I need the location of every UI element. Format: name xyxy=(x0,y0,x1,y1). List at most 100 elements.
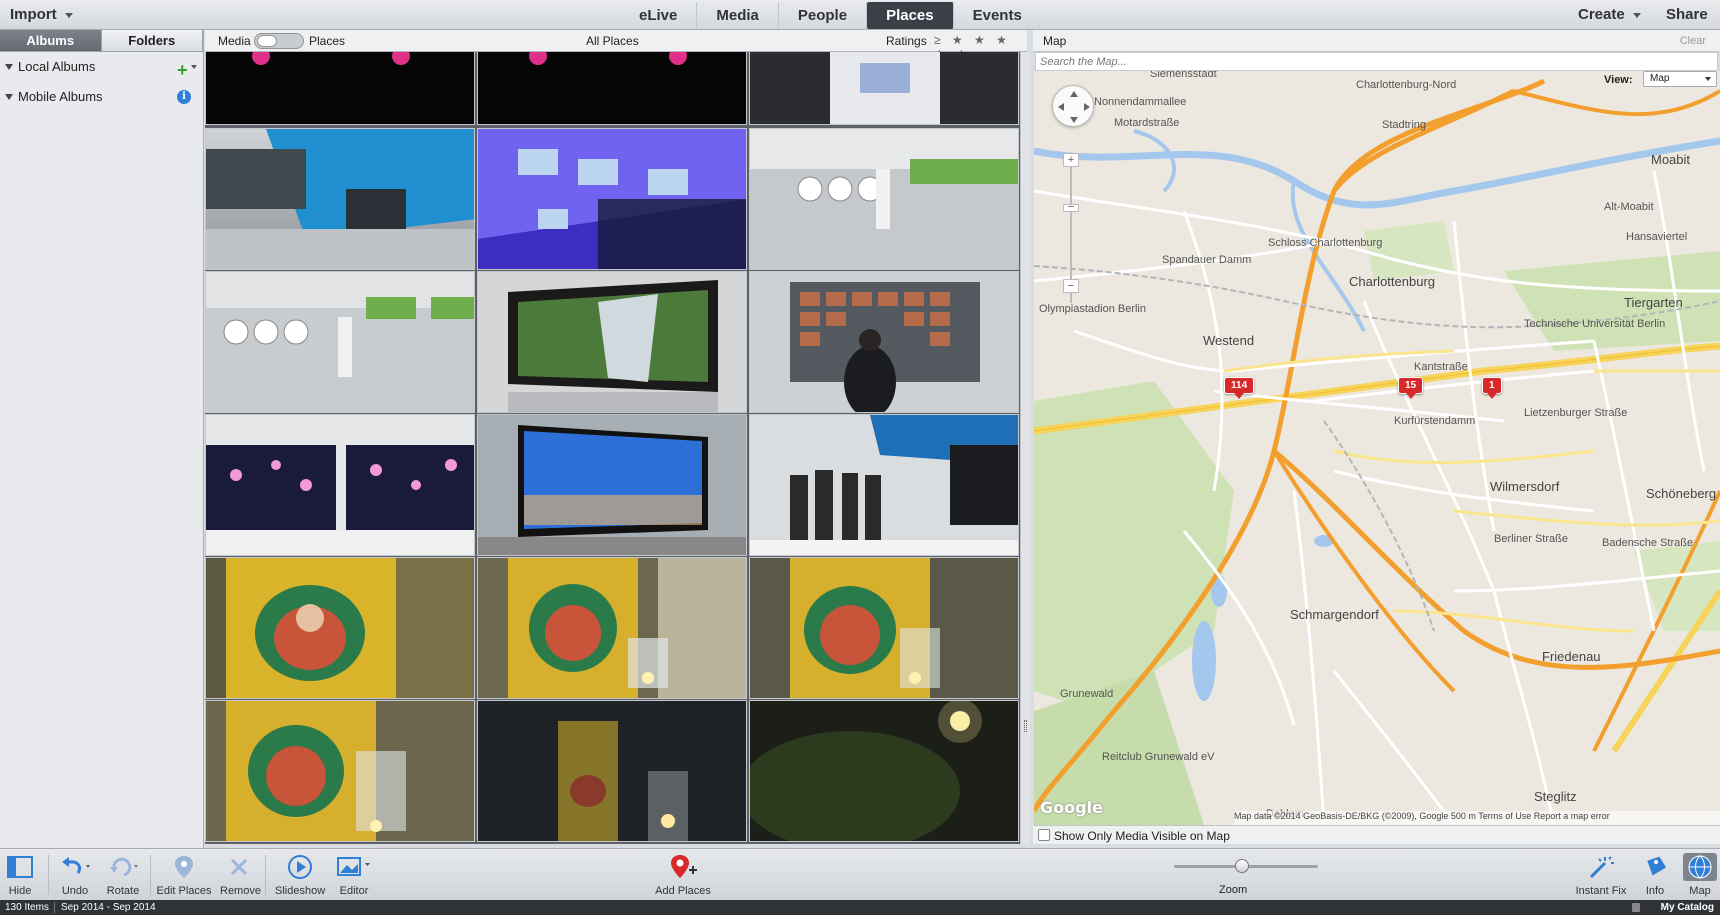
google-logo: Google xyxy=(1040,798,1103,817)
panel-resize-grip[interactable] xyxy=(1024,720,1027,732)
photo-thumbnail[interactable] xyxy=(205,128,475,270)
undo-button[interactable]: Undo xyxy=(57,853,93,897)
photo-thumbnail[interactable] xyxy=(477,700,747,842)
map-zoom-in-button[interactable]: + xyxy=(1063,153,1079,167)
map-zoom-handle[interactable]: − xyxy=(1063,202,1079,213)
magic-wand-icon xyxy=(1589,856,1614,879)
show-only-visible-label[interactable]: Show Only Media Visible on Map xyxy=(1054,829,1230,843)
map-canvas[interactable]: Siemensstadt Charlottenburg-Nord Nonnend… xyxy=(1034,71,1720,825)
chevron-down-icon[interactable] xyxy=(191,65,197,69)
photo-thumbnail[interactable] xyxy=(477,128,747,270)
map-place-label: Wilmersdorf xyxy=(1490,479,1560,494)
map-place-label: Technische Universität Berlin xyxy=(1524,318,1666,330)
tab-albums[interactable]: Albums xyxy=(0,30,102,51)
import-button[interactable]: Import xyxy=(10,6,73,23)
photo-thumbnail[interactable] xyxy=(749,414,1019,556)
map-tiles xyxy=(1034,71,1720,825)
all-places-label: All Places xyxy=(586,34,639,48)
map-pin-cluster[interactable]: 114 xyxy=(1224,377,1255,399)
show-only-visible-checkbox[interactable] xyxy=(1038,829,1050,841)
add-album-icon[interactable]: + xyxy=(177,55,188,85)
map-pan-control[interactable] xyxy=(1052,85,1094,127)
catalog-name[interactable]: My Catalog xyxy=(1661,900,1714,915)
map-place-label: Charlottenburg xyxy=(1349,274,1435,289)
tab-events[interactable]: Events xyxy=(954,2,1041,29)
photo-thumbnail[interactable] xyxy=(205,557,475,699)
map-search-input[interactable] xyxy=(1035,52,1718,71)
photo-thumbnail[interactable] xyxy=(749,557,1019,699)
sidebar-item-local-albums[interactable]: Local Albums + xyxy=(0,52,203,82)
disclosure-triangle-icon[interactable] xyxy=(5,64,13,70)
tab-elive[interactable]: eLive xyxy=(620,2,698,29)
undo-label: Undo xyxy=(61,885,89,897)
edit-places-button[interactable]: Edit Places xyxy=(156,853,212,897)
sidebar-tabs: Albums Folders xyxy=(0,30,203,52)
remove-button[interactable]: Remove xyxy=(220,853,261,897)
map-place-label: Reitclub Grunewald eV xyxy=(1102,751,1215,763)
zoom-label: Zoom xyxy=(1219,884,1248,896)
status-bar: 130 Items Sep 2014 - Sep 2014 My Catalog xyxy=(0,900,1720,915)
import-label: Import xyxy=(10,6,57,23)
status-item-count: 130 Items xyxy=(5,902,49,913)
create-label: Create xyxy=(1578,6,1625,23)
hide-button[interactable]: Hide xyxy=(5,853,35,897)
tab-media[interactable]: Media xyxy=(697,2,779,29)
map-toggle-button[interactable]: Map xyxy=(1683,853,1717,897)
add-places-button[interactable]: Add Places xyxy=(652,853,714,897)
photo-thumbnail[interactable] xyxy=(749,128,1019,270)
status-date-range: Sep 2014 - Sep 2014 xyxy=(61,902,156,913)
map-clear-button[interactable]: Clear xyxy=(1680,35,1706,47)
image-editor-icon xyxy=(337,857,370,876)
photo-thumbnail[interactable] xyxy=(205,700,475,842)
lock-icon xyxy=(1632,903,1640,912)
toggle-knob[interactable] xyxy=(257,35,277,47)
photo-thumbnail[interactable] xyxy=(477,52,747,125)
toolbar-divider xyxy=(48,855,49,895)
map-view-value: Map xyxy=(1650,73,1670,84)
photo-grid xyxy=(205,52,1020,844)
toolbar-divider xyxy=(265,855,266,895)
top-bar: Import eLive Media People Places Events … xyxy=(0,0,1720,35)
create-button[interactable]: Create xyxy=(1578,6,1641,23)
info-icon[interactable]: i xyxy=(177,90,191,104)
zoom-slider[interactable] xyxy=(1174,859,1318,873)
map-place-label: Siemensstadt xyxy=(1150,71,1217,80)
toolbar-divider xyxy=(150,855,151,895)
info-button[interactable]: Info xyxy=(1640,853,1670,897)
map-place-label: Charlottenburg-Nord xyxy=(1356,79,1457,91)
photo-thumbnail[interactable] xyxy=(205,271,475,413)
photo-thumbnail[interactable] xyxy=(749,271,1019,413)
map-zoom-out-button[interactable]: − xyxy=(1063,279,1079,293)
map-place-label: Olympiastadion Berlin xyxy=(1039,303,1146,315)
rotate-button[interactable]: Rotate xyxy=(104,853,142,897)
map-view-select[interactable]: Map xyxy=(1643,71,1717,87)
photo-thumbnail[interactable] xyxy=(477,557,747,699)
photo-thumbnail[interactable] xyxy=(749,700,1019,842)
media-places-toggle[interactable] xyxy=(254,33,304,49)
photo-thumbnail[interactable] xyxy=(477,414,747,556)
remove-x-icon xyxy=(230,858,248,876)
tab-folders[interactable]: Folders xyxy=(101,30,203,51)
map-pin-cluster[interactable]: 1 xyxy=(1482,377,1502,399)
slideshow-button[interactable]: Slideshow xyxy=(275,853,325,897)
disclosure-triangle-icon[interactable] xyxy=(5,94,13,100)
map-title: Map xyxy=(1043,34,1067,48)
instant-fix-button[interactable]: Instant Fix xyxy=(1572,853,1630,897)
photo-thumbnail[interactable] xyxy=(205,414,475,556)
photo-thumbnail[interactable] xyxy=(205,52,475,125)
chevron-down-icon xyxy=(64,12,73,18)
map-header: Map Clear xyxy=(1033,30,1720,52)
photo-thumbnail[interactable] xyxy=(477,271,747,413)
sidebar-item-mobile-albums[interactable]: Mobile Albums i xyxy=(0,82,203,112)
map-place-label: Motardstraße xyxy=(1114,117,1180,129)
photo-thumbnail[interactable] xyxy=(749,52,1019,125)
map-attribution[interactable]: Map data ©2014 GeoBasis-DE/BKG (©2009), … xyxy=(1234,811,1720,825)
map-pin-cluster[interactable]: 15 xyxy=(1398,377,1424,399)
editor-button[interactable]: Editor xyxy=(334,853,374,897)
tab-places[interactable]: Places xyxy=(867,2,954,29)
zoom-slider-knob[interactable] xyxy=(1235,859,1249,873)
tab-people[interactable]: People xyxy=(779,2,868,29)
globe-icon xyxy=(1688,855,1712,879)
grid-scrollbar[interactable] xyxy=(1020,52,1030,844)
media-toggle-label: Media xyxy=(218,34,251,48)
